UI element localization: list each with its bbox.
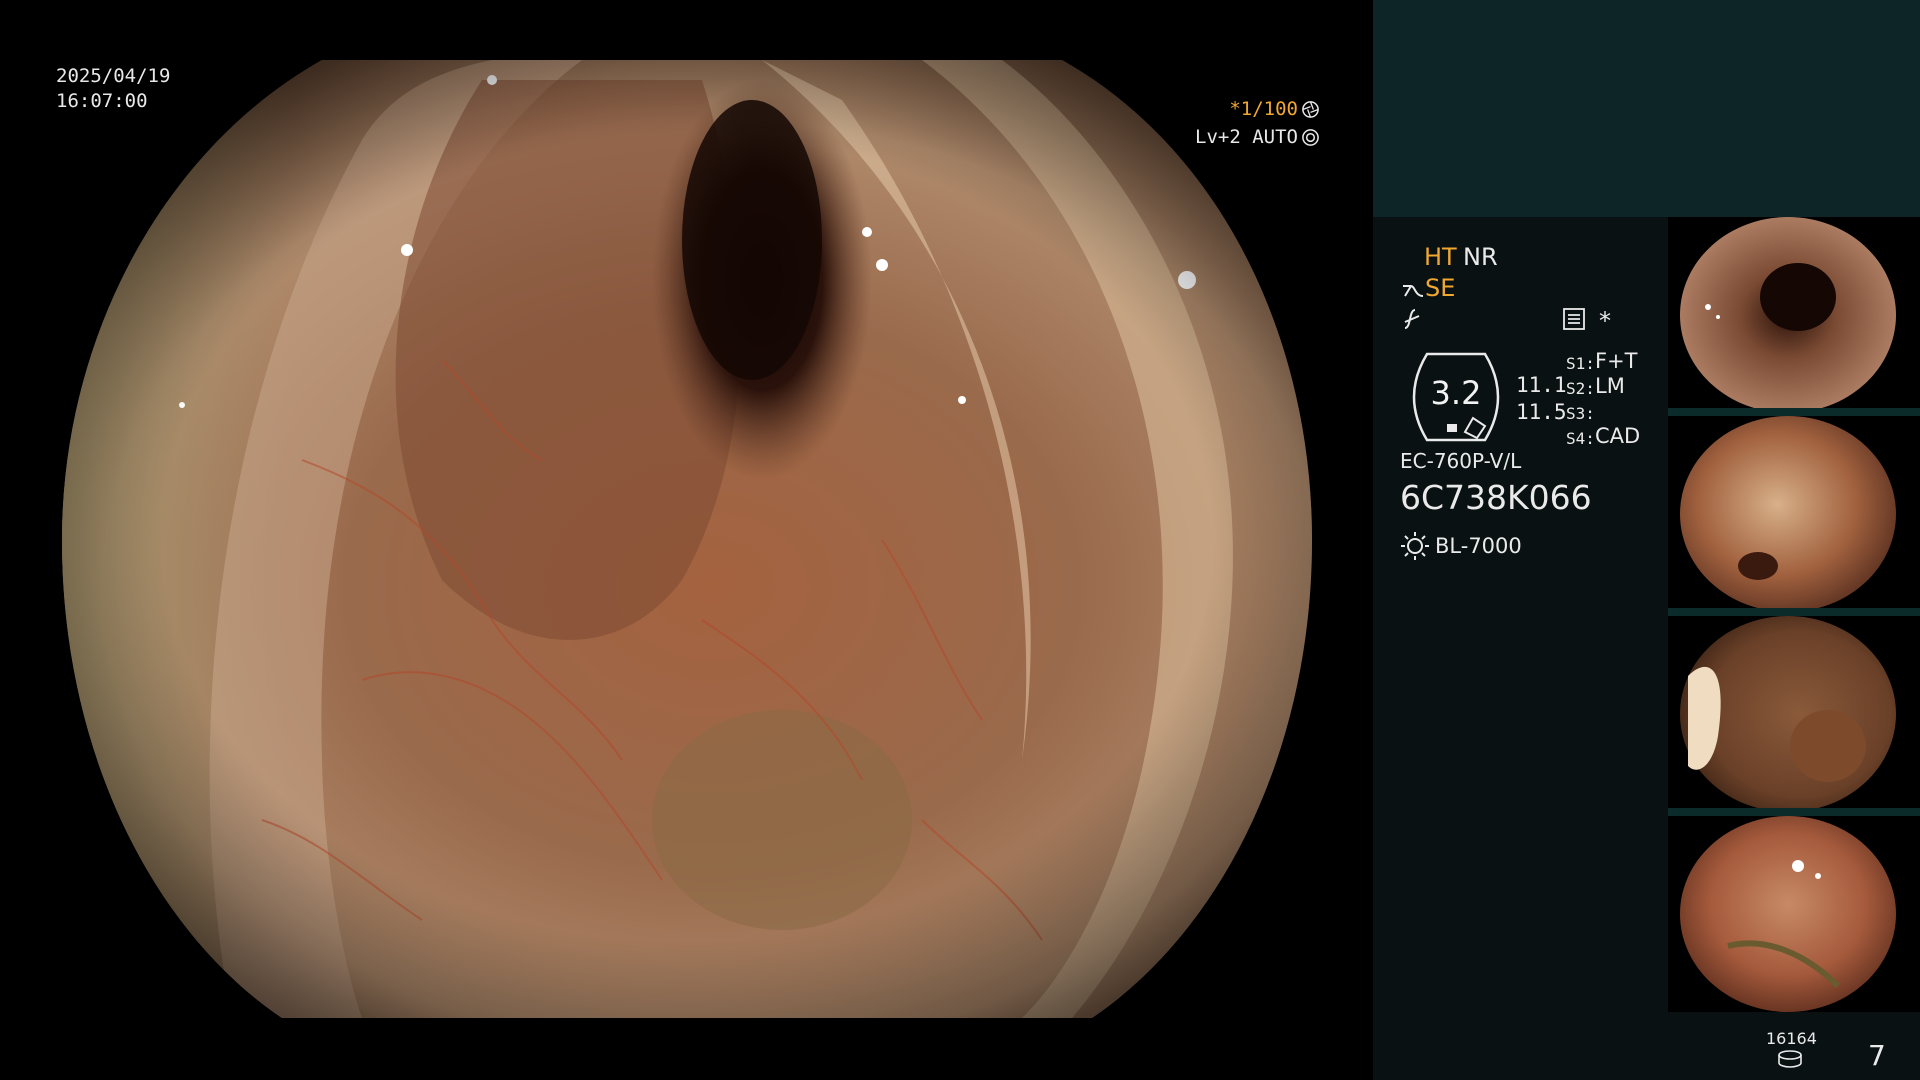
thumbnail-4[interactable] bbox=[1668, 816, 1920, 1012]
light-source-icon bbox=[1401, 532, 1429, 560]
s2-value: LM bbox=[1595, 374, 1625, 398]
scope-serial: 6C738K066 bbox=[1400, 478, 1592, 517]
info-panel: HT NR SE * 3.2 11.1 11.5 S1: F+T S2: LM … bbox=[1373, 0, 1920, 1080]
reading-2: 11.5 bbox=[1516, 400, 1567, 424]
thumbnail-divider bbox=[1668, 408, 1920, 416]
zoom-gauge: 3.2 bbox=[1399, 352, 1513, 442]
brightness-level: Lv+2 AUTO bbox=[1195, 126, 1298, 148]
se-indicator: SE bbox=[1425, 274, 1456, 302]
capture-count: 7 bbox=[1868, 1039, 1886, 1072]
s4-label: S4: bbox=[1566, 429, 1595, 448]
asterisk-marker: * bbox=[1599, 307, 1611, 335]
reading-1: 11.1 bbox=[1516, 373, 1567, 397]
exam-date: 2025/04/19 bbox=[56, 65, 171, 87]
brightness-indicator: Lv+2 AUTO bbox=[1195, 126, 1320, 148]
exam-time: 16:07:00 bbox=[56, 90, 148, 112]
auto-icon bbox=[1302, 128, 1319, 146]
storage-icon bbox=[1778, 1050, 1802, 1068]
thumbnail-image bbox=[1680, 416, 1896, 612]
nr-indicator: NR bbox=[1463, 243, 1498, 271]
iris-icon bbox=[1302, 100, 1319, 118]
s4-value: CAD bbox=[1595, 424, 1641, 448]
curve-icon bbox=[1403, 285, 1424, 297]
thumbnail-1[interactable] bbox=[1668, 217, 1920, 413]
function-icon bbox=[1404, 309, 1420, 329]
ht-indicator: HT bbox=[1424, 243, 1457, 271]
gauge-value: 3.2 bbox=[1430, 374, 1482, 412]
thumbnail-image bbox=[1680, 217, 1896, 413]
endoscopic-image bbox=[62, 60, 1312, 1018]
panel-header bbox=[1373, 0, 1920, 217]
light-source: BL-7000 bbox=[1435, 534, 1522, 558]
thumbnail-image bbox=[1680, 816, 1896, 1012]
menu-icon bbox=[1563, 308, 1585, 330]
thumbnail-3[interactable] bbox=[1668, 616, 1920, 812]
shutter-indicator: *1/100 bbox=[1229, 98, 1320, 120]
thumbnail-2[interactable] bbox=[1668, 416, 1920, 612]
endoscopic-view: 2025/04/19 16:07:00 *1/100 Lv+2 AUTO bbox=[0, 0, 1372, 1080]
thumbnail-divider bbox=[1668, 608, 1920, 616]
scope-model: EC-760P-V/L bbox=[1400, 449, 1522, 473]
shutter-speed: *1/100 bbox=[1229, 98, 1298, 120]
thumbnail-divider bbox=[1668, 808, 1920, 816]
thumbnail-image bbox=[1680, 616, 1896, 812]
storage-counter: 16164 bbox=[1766, 1029, 1817, 1048]
endoscopy-screen: 2025/04/19 16:07:00 *1/100 Lv+2 AUTO HT … bbox=[0, 0, 1920, 1080]
